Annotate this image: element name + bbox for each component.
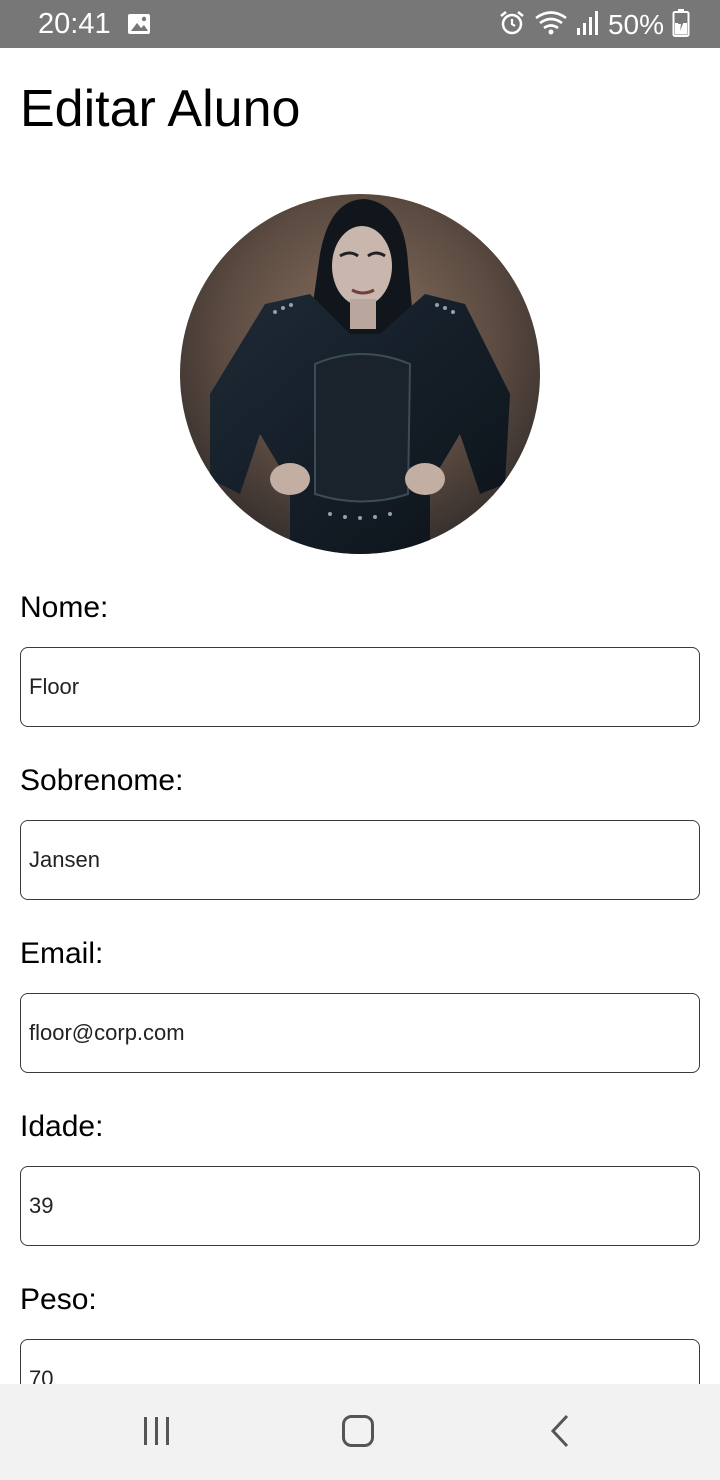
home-button[interactable] [328,1408,388,1458]
back-button[interactable] [530,1408,590,1458]
wifi-icon [534,9,568,42]
peso-label: Peso: [20,1283,97,1316]
status-right-group: 50% [498,8,690,42]
gallery-icon [127,12,151,41]
alarm-icon [498,9,526,42]
back-icon [548,1414,572,1453]
sobrenome-label: Sobrenome: [20,764,184,797]
battery-percent: 50% [607,9,664,40]
email-field[interactable] [20,993,700,1073]
recent-apps-button[interactable] [127,1408,187,1458]
idade-label: Idade: [20,1110,104,1143]
student-photo[interactable] [180,194,540,554]
nome-field[interactable] [20,647,700,727]
idade-field[interactable] [20,1166,700,1246]
navigation-bar [0,1384,720,1480]
recent-apps-icon [141,1415,173,1452]
email-label: Email: [20,937,104,970]
idade-input[interactable] [29,1167,689,1245]
home-icon [341,1414,375,1453]
status-time: 20:41 [38,8,111,40]
nome-input[interactable] [29,648,689,726]
sobrenome-input[interactable] [29,821,689,899]
signal-icon [576,10,600,41]
email-input[interactable] [29,994,689,1072]
sobrenome-field[interactable] [20,820,700,900]
nome-label: Nome: [20,591,109,624]
page-title: Editar Aluno [20,80,301,138]
status-bar: 20:41 50% [0,0,720,48]
battery-icon [672,8,690,43]
